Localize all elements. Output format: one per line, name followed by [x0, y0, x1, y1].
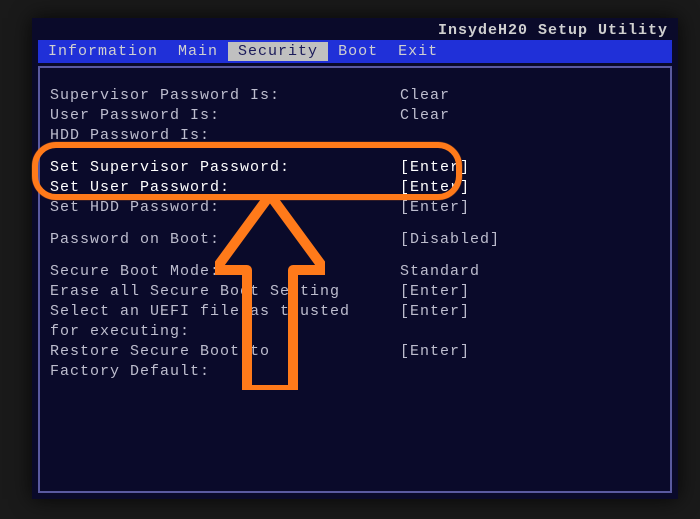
setting-row: for executing:: [50, 322, 660, 342]
bios-screen: InsydeH20 Setup Utility Information Main…: [32, 18, 678, 499]
spacer: [50, 146, 660, 158]
spacer: [50, 218, 660, 230]
setting-label: Erase all Secure Boot Setting: [50, 282, 400, 302]
setting-label: Supervisor Password Is:: [50, 86, 400, 106]
tab-security[interactable]: Security: [228, 42, 328, 61]
setting-row: Secure Boot Mode:Standard: [50, 262, 660, 282]
setting-label: Factory Default:: [50, 362, 400, 382]
setting-value[interactable]: [Disabled]: [400, 230, 500, 250]
setting-row: Factory Default:: [50, 362, 660, 382]
setting-row: HDD Password Is:: [50, 126, 660, 146]
setting-row: Supervisor Password Is:Clear: [50, 86, 660, 106]
spacer: [50, 250, 660, 262]
setting-label: Set Supervisor Password:: [50, 158, 400, 178]
tab-exit[interactable]: Exit: [388, 42, 448, 61]
setting-row[interactable]: Set HDD Password:[Enter]: [50, 198, 660, 218]
setting-value[interactable]: [Enter]: [400, 158, 470, 178]
setting-value: Clear: [400, 86, 450, 106]
tab-boot[interactable]: Boot: [328, 42, 388, 61]
setting-value[interactable]: [Enter]: [400, 342, 470, 362]
utility-title: InsydeH20 Setup Utility: [438, 22, 668, 39]
setting-value[interactable]: [Enter]: [400, 178, 470, 198]
content-pane: Supervisor Password Is:ClearUser Passwor…: [38, 66, 672, 493]
setting-row: User Password Is:Clear: [50, 106, 660, 126]
setting-label: Password on Boot:: [50, 230, 400, 250]
setting-row[interactable]: Password on Boot:[Disabled]: [50, 230, 660, 250]
setting-label: User Password Is:: [50, 106, 400, 126]
setting-label: for executing:: [50, 322, 400, 342]
setting-label: Select an UEFI file as trusted: [50, 302, 400, 322]
setting-label: Set User Password:: [50, 178, 400, 198]
setting-label: HDD Password Is:: [50, 126, 400, 146]
tab-information[interactable]: Information: [38, 42, 168, 61]
setting-row[interactable]: Restore Secure Boot to[Enter]: [50, 342, 660, 362]
tab-bar: Information Main Security Boot Exit: [38, 40, 672, 63]
setting-label: Restore Secure Boot to: [50, 342, 400, 362]
setting-row[interactable]: Select an UEFI file as trusted[Enter]: [50, 302, 660, 322]
setting-label: Set HDD Password:: [50, 198, 400, 218]
setting-row[interactable]: Erase all Secure Boot Setting[Enter]: [50, 282, 660, 302]
tab-main[interactable]: Main: [168, 42, 228, 61]
setting-value[interactable]: [Enter]: [400, 198, 470, 218]
setting-value[interactable]: [Enter]: [400, 302, 470, 322]
setting-value: Standard: [400, 262, 480, 282]
setting-value[interactable]: [Enter]: [400, 282, 470, 302]
setting-row[interactable]: Set User Password:[Enter]: [50, 178, 660, 198]
setting-value: Clear: [400, 106, 450, 126]
setting-label: Secure Boot Mode:: [50, 262, 400, 282]
setting-row[interactable]: Set Supervisor Password:[Enter]: [50, 158, 660, 178]
